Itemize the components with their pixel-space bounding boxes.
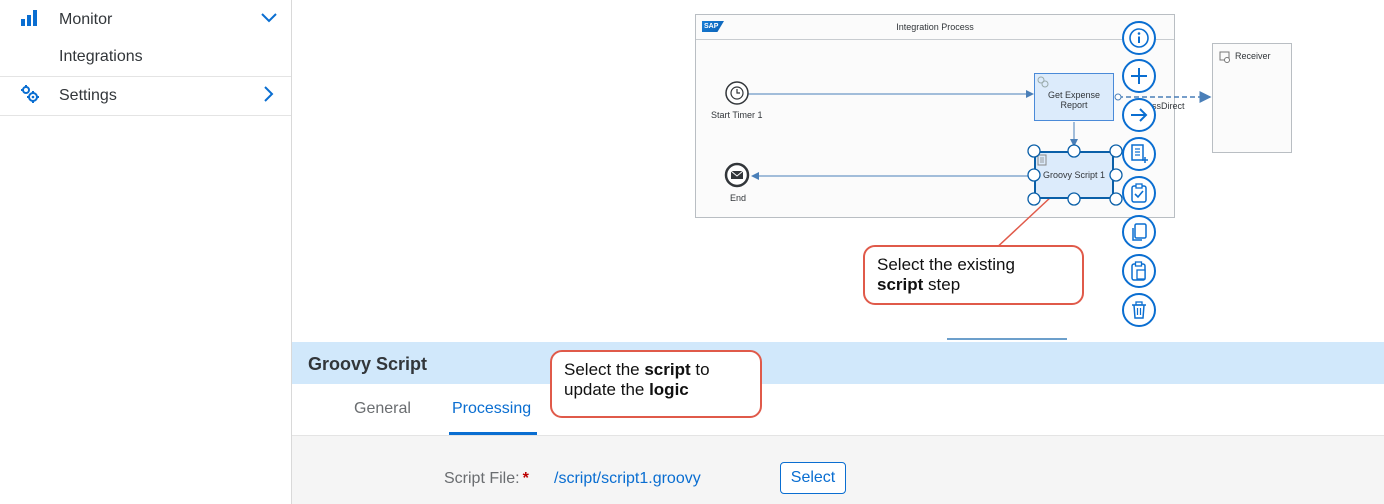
callout-select-step: Select the existing script step (863, 245, 1084, 305)
callout-bold-text: logic (649, 380, 689, 399)
receiver-label: Receiver (1235, 51, 1271, 61)
copy-button[interactable] (1122, 215, 1156, 249)
info-button[interactable] (1122, 21, 1156, 55)
info-icon (1129, 28, 1149, 48)
callout-bold-text: script (644, 360, 691, 379)
callout-text: to (690, 360, 710, 379)
sidebar: Monitor Integrations Settings (0, 0, 292, 504)
add-button[interactable] (1122, 59, 1156, 93)
divider (0, 115, 291, 116)
sidebar-item-label: Monitor (59, 10, 113, 28)
bar-chart-icon (21, 10, 37, 26)
start-timer-icon[interactable] (724, 80, 750, 106)
callout-bold-text: script (877, 275, 924, 294)
callout-text: step (923, 275, 961, 294)
sidebar-item-label: Integrations (59, 47, 143, 65)
paste-icon (1131, 261, 1146, 281)
sidebar-item-settings[interactable]: Settings (0, 76, 291, 115)
select-button[interactable]: Select (780, 462, 846, 494)
copy-icon (1132, 223, 1147, 241)
integration-canvas[interactable]: Integration Process SAP Start Timer 1 En… (292, 0, 1384, 340)
active-tab-indicator (449, 432, 537, 435)
receiver-participant[interactable]: Receiver (1212, 43, 1292, 153)
panel-title: Groovy Script (308, 354, 428, 374)
chevron-right-icon[interactable] (259, 84, 279, 104)
chevron-down-icon[interactable] (259, 8, 279, 28)
gears-icon (21, 85, 39, 103)
tab-processing[interactable]: Processing (452, 400, 531, 418)
sidebar-item-monitor[interactable]: Monitor (0, 0, 291, 39)
sidebar-item-label: Settings (59, 86, 117, 104)
add-icon (1131, 68, 1147, 84)
properties-panel-header: Groovy Script (292, 342, 1384, 384)
receiver-icon (1219, 51, 1230, 63)
tab-general[interactable]: General (354, 400, 411, 418)
required-indicator: * (522, 470, 529, 487)
sidebar-item-integrations[interactable]: Integrations (0, 37, 291, 76)
callout-text: Select the (564, 360, 645, 379)
end-label: End (730, 193, 747, 203)
paste-button[interactable] (1122, 254, 1156, 288)
end-message-icon[interactable] (724, 162, 750, 188)
add-step-icon (1131, 144, 1148, 163)
script-file-label: Script File: * (444, 470, 529, 487)
check-clipboard-icon (1131, 183, 1147, 203)
step-label: Get Expense Report (1047, 90, 1101, 110)
connect-button[interactable] (1122, 98, 1156, 132)
add-step-button[interactable] (1122, 137, 1156, 171)
delete-button[interactable] (1122, 293, 1156, 327)
connect-arrow-icon (1131, 108, 1148, 122)
selection-handles[interactable] (1026, 143, 1124, 207)
start-label: Start Timer 1 (711, 110, 763, 120)
script-file-link[interactable]: /script/script1.groovy (554, 470, 701, 488)
connection-label: ssDirect (1152, 101, 1185, 111)
processing-form: Script File: * /script/script1.groovy Sel… (292, 436, 1384, 504)
callout-text: update the (564, 380, 650, 399)
delete-icon (1132, 301, 1146, 319)
gears-icon (1037, 76, 1049, 88)
check-clipboard-button[interactable] (1122, 176, 1156, 210)
callout-text: Select the existing (877, 255, 1015, 274)
property-tabs: General Processing (292, 384, 1384, 436)
connector-handle[interactable] (1114, 93, 1122, 101)
callout-select-script: Select the script to update the logic (550, 350, 762, 418)
